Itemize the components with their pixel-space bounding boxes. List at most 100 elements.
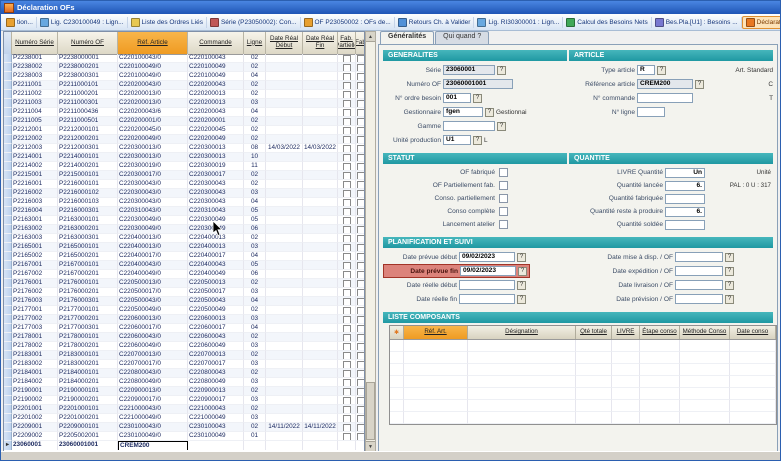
- grid-row[interactable]: P2183001P2183000101C220700013/0C22070001…: [4, 351, 364, 360]
- fab-partielle-checkbox[interactable]: [343, 280, 351, 288]
- fab-partielle-checkbox[interactable]: [343, 262, 351, 270]
- article-edit-cell[interactable]: CREM200: [118, 441, 188, 450]
- fab-checkbox[interactable]: [357, 190, 364, 198]
- fab-partielle-checkbox[interactable]: [343, 82, 351, 90]
- fab-partielle-checkbox[interactable]: [343, 172, 351, 180]
- grid-row[interactable]: P2190001P2190000101C220900013/0C22090001…: [4, 387, 364, 396]
- tab-generalites[interactable]: Généralités: [380, 31, 434, 44]
- unite-production-field[interactable]: U1: [443, 135, 471, 145]
- num-commande-field[interactable]: [637, 93, 693, 103]
- grid-row[interactable]: P2216003P2216000103C220300043/0C22030004…: [4, 198, 364, 207]
- window-titlebar[interactable]: Déclaration OFs: [1, 1, 780, 14]
- scroll-up-button[interactable]: ▲: [366, 32, 375, 42]
- fab-partielle-checkbox[interactable]: [343, 334, 351, 342]
- grid-row[interactable]: P2216004P2216000301C220310043/0C22031004…: [4, 207, 364, 216]
- tab-qui-quand[interactable]: Qui quand ?: [435, 31, 489, 44]
- help-button[interactable]: ?: [657, 66, 666, 75]
- fab-partielle-checkbox[interactable]: [343, 55, 351, 63]
- gestionnaire-field[interactable]: fgen: [443, 107, 483, 117]
- composants-column-header[interactable]: Date conso: [730, 326, 776, 339]
- numero-of-field[interactable]: 23060001001: [443, 79, 513, 89]
- fab-checkbox[interactable]: [357, 118, 364, 126]
- grid-row[interactable]: P2212003P2212000301C220300013/0C22030001…: [4, 144, 364, 153]
- fab-checkbox[interactable]: [357, 64, 364, 72]
- toolbar-item[interactable]: Série (P23050002): Con...: [207, 17, 301, 28]
- fab-partielle-checkbox[interactable]: [343, 424, 351, 432]
- fab-partielle-checkbox[interactable]: [343, 298, 351, 306]
- fab-partielle-checkbox[interactable]: [343, 361, 351, 369]
- fab-checkbox[interactable]: [357, 55, 364, 63]
- fab-partielle-checkbox[interactable]: [343, 388, 351, 396]
- date-field[interactable]: [459, 280, 515, 290]
- grid-column-header[interactable]: Numéro OF: [58, 32, 118, 54]
- composants-column-header[interactable]: ✱: [390, 326, 404, 339]
- grid-row[interactable]: P2178002P2178000201C220600049/0C22060004…: [4, 342, 364, 351]
- fab-checkbox[interactable]: [357, 361, 364, 369]
- grid-row[interactable]: P2201001P2201000101C221000043/0C22100004…: [4, 405, 364, 414]
- scroll-thumb[interactable]: [366, 382, 375, 440]
- grid-row[interactable]: P2212001P2212000101C220200045/0C22020004…: [4, 126, 364, 135]
- fab-checkbox[interactable]: [357, 82, 364, 90]
- fab-partielle-checkbox[interactable]: [343, 109, 351, 117]
- grid-row[interactable]: P2211001P2211000101C220200043/0C22020004…: [4, 81, 364, 90]
- fab-checkbox[interactable]: [357, 163, 364, 171]
- grid-row[interactable]: P2163002P2163000201C220300049/0C22030004…: [4, 225, 364, 234]
- grid-row[interactable]: P2177001P2177000101C220500049/0C22050004…: [4, 306, 364, 315]
- num-ligne-field[interactable]: [637, 107, 665, 117]
- help-button[interactable]: ?: [518, 267, 527, 276]
- grid-row[interactable]: P2214001P2214000101C220300013/0C22030001…: [4, 153, 364, 162]
- fab-checkbox[interactable]: [357, 136, 364, 144]
- help-button[interactable]: ?: [725, 281, 734, 290]
- fab-checkbox[interactable]: [357, 253, 364, 261]
- gamme-field[interactable]: [443, 121, 495, 131]
- composants-row[interactable]: [390, 340, 776, 352]
- fab-partielle-checkbox[interactable]: [343, 199, 351, 207]
- fab-checkbox[interactable]: [357, 307, 364, 315]
- grid-row[interactable]: P2211005P2211000501C220200001/0C22020000…: [4, 117, 364, 126]
- fab-checkbox[interactable]: [357, 262, 364, 270]
- quantity-field[interactable]: [665, 220, 705, 230]
- fab-checkbox[interactable]: [357, 343, 364, 351]
- fab-checkbox[interactable]: [357, 424, 364, 432]
- fab-partielle-checkbox[interactable]: [343, 181, 351, 189]
- fab-partielle-checkbox[interactable]: [343, 253, 351, 261]
- composants-column-header[interactable]: Étape conso: [640, 326, 680, 339]
- grid-row[interactable]: P2183002P2183000201C220700017/0C22070001…: [4, 360, 364, 369]
- toolbar-item[interactable]: Liste des Ordres Liés: [128, 17, 207, 28]
- composants-row[interactable]: [390, 412, 776, 424]
- ordre-besoin-field[interactable]: 001: [443, 93, 471, 103]
- date-field[interactable]: 09/02/2023: [460, 266, 516, 276]
- grid-row[interactable]: P2177003P2177000301C220600017/0C22060001…: [4, 324, 364, 333]
- help-button[interactable]: ?: [473, 136, 482, 145]
- composants-column-header[interactable]: Méthode Conso: [680, 326, 730, 339]
- grid-row[interactable]: P2184002P2184000201C220800049/0C22080004…: [4, 378, 364, 387]
- grid-column-header[interactable]: Fab. Partielle: [338, 32, 356, 54]
- grid-row[interactable]: P2163003P2163000301C220400013/0C22040001…: [4, 234, 364, 243]
- scroll-down-button[interactable]: ▼: [366, 441, 375, 451]
- grid-row[interactable]: P2190002P2190000201C220900017/0C22090001…: [4, 396, 364, 405]
- statut-checkbox[interactable]: [499, 220, 508, 229]
- grid-column-header[interactable]: Fab: [356, 32, 365, 54]
- fab-partielle-checkbox[interactable]: [343, 100, 351, 108]
- help-button[interactable]: ?: [725, 295, 734, 304]
- fab-checkbox[interactable]: [357, 271, 364, 279]
- toolbar-item[interactable]: tion...: [3, 17, 37, 28]
- fab-partielle-checkbox[interactable]: [343, 289, 351, 297]
- composants-row[interactable]: [390, 376, 776, 388]
- fab-checkbox[interactable]: [357, 181, 364, 189]
- fab-partielle-checkbox[interactable]: [343, 136, 351, 144]
- fab-partielle-checkbox[interactable]: [343, 307, 351, 315]
- fab-checkbox[interactable]: [357, 127, 364, 135]
- fab-partielle-checkbox[interactable]: [343, 397, 351, 405]
- fab-checkbox[interactable]: [357, 208, 364, 216]
- help-button[interactable]: ?: [473, 94, 482, 103]
- fab-partielle-checkbox[interactable]: [343, 433, 351, 441]
- grid-column-header[interactable]: Commande: [188, 32, 244, 54]
- composants-row[interactable]: [390, 388, 776, 400]
- fab-checkbox[interactable]: [357, 244, 364, 252]
- help-button[interactable]: ?: [695, 80, 704, 89]
- grid-row[interactable]: P2176002P2176000201C220500017/0C22050001…: [4, 288, 364, 297]
- reference-article-field[interactable]: CREM200: [637, 79, 693, 89]
- fab-checkbox[interactable]: [357, 406, 364, 414]
- fab-partielle-checkbox[interactable]: [343, 145, 351, 153]
